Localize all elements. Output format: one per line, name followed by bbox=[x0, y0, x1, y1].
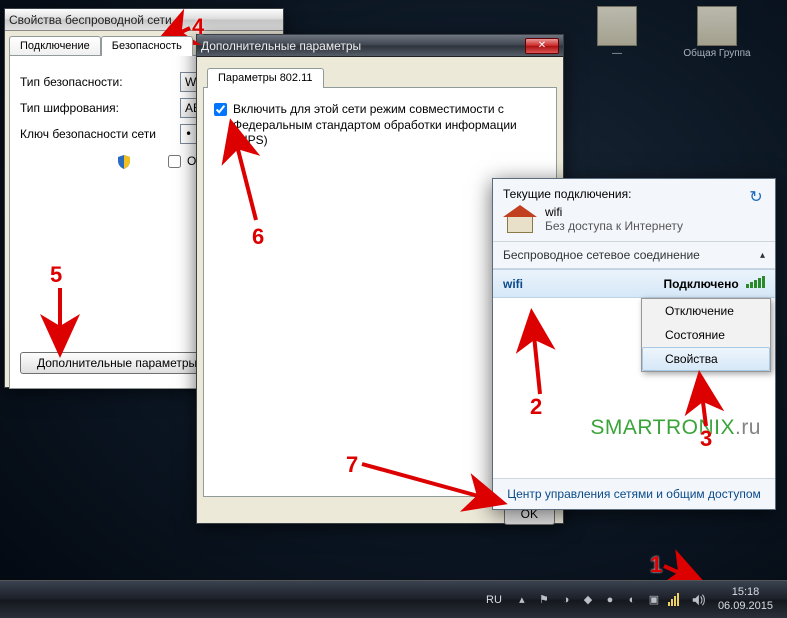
desktop-icons: — Общая Группа bbox=[587, 6, 747, 68]
callout-1: 1 bbox=[650, 552, 662, 578]
label-fips: Включить для этой сети режим совместимос… bbox=[233, 102, 546, 149]
callout-4: 4 bbox=[192, 14, 204, 40]
close-icon[interactable]: ✕ bbox=[525, 38, 559, 54]
tray-volume-icon[interactable] bbox=[690, 592, 706, 608]
titlebar[interactable]: Свойства беспроводной сети bbox=[5, 9, 283, 31]
network-center-link[interactable]: Центр управления сетями и общим доступом bbox=[507, 487, 761, 501]
callout-6: 6 bbox=[252, 224, 264, 250]
tray-icon[interactable]: ● bbox=[602, 592, 618, 608]
callout-5: 5 bbox=[50, 262, 62, 288]
advanced-settings-button[interactable]: Дополнительные параметры bbox=[20, 352, 214, 374]
callout-2: 2 bbox=[530, 394, 542, 420]
network-list-area: Отключение Состояние Свойства SMARTRONIX… bbox=[493, 298, 775, 478]
tray-clock[interactable]: 15:18 06.09.2015 bbox=[712, 586, 779, 612]
tray-icon[interactable]: ▣ bbox=[646, 592, 662, 608]
signal-bars-icon bbox=[746, 276, 765, 288]
connection-state: Подключено bbox=[663, 277, 738, 291]
window-title: Дополнительные параметры bbox=[201, 39, 361, 53]
ctx-disconnect[interactable]: Отключение bbox=[642, 299, 770, 323]
desktop-icon[interactable]: — bbox=[587, 6, 647, 68]
chevron-up-icon: ▴ bbox=[760, 250, 765, 261]
callout-7: 7 bbox=[346, 452, 358, 478]
label-security-type: Тип безопасности: bbox=[20, 75, 180, 89]
checkbox-fips[interactable]: Включить для этой сети режим совместимос… bbox=[214, 102, 546, 149]
tray-icon[interactable]: ◑ bbox=[558, 592, 574, 608]
tab-80211[interactable]: Параметры 802.11 bbox=[207, 68, 324, 88]
shield-icon bbox=[116, 154, 132, 170]
titlebar[interactable]: Дополнительные параметры ✕ bbox=[197, 35, 563, 57]
watermark: SMARTRONIX.ru bbox=[590, 416, 761, 440]
tray-chevron-icon[interactable]: ▴ bbox=[514, 592, 530, 608]
callout-3: 3 bbox=[700, 426, 712, 452]
language-indicator[interactable]: RU bbox=[480, 592, 508, 608]
home-network-icon bbox=[503, 205, 537, 235]
window-title: Свойства беспроводной сети bbox=[9, 13, 172, 27]
label-key: Ключ безопасности сети bbox=[20, 127, 180, 141]
ctx-properties[interactable]: Свойства bbox=[642, 347, 770, 371]
tray-icon[interactable]: ◆ bbox=[580, 592, 596, 608]
network-flyout: Текущие подключения: wifi Без доступа к … bbox=[492, 178, 776, 510]
taskbar: RU ▴ ⚑ ◑ ◆ ● ◐ ▣ 15:18 06.09.2015 bbox=[0, 580, 787, 618]
current-network-status: Без доступа к Интернету bbox=[545, 219, 683, 233]
tab-connection[interactable]: Подключение bbox=[9, 36, 101, 56]
ctx-status[interactable]: Состояние bbox=[642, 323, 770, 347]
tab-security[interactable]: Безопасность bbox=[101, 36, 193, 56]
tray-action-center-icon[interactable]: ⚑ bbox=[536, 592, 552, 608]
flyout-heading: Текущие подключения: bbox=[503, 187, 683, 201]
section-wireless[interactable]: Беспроводное сетевое соединение ▴ bbox=[493, 242, 775, 269]
label-encryption: Тип шифрования: bbox=[20, 101, 180, 115]
tray-icon[interactable]: ◐ bbox=[624, 592, 640, 608]
refresh-icon[interactable]: ↻ bbox=[747, 187, 765, 205]
tray-wifi-icon[interactable] bbox=[668, 593, 684, 607]
current-network-name: wifi bbox=[545, 205, 683, 219]
network-item[interactable]: wifi Подключено bbox=[493, 269, 775, 298]
context-menu: Отключение Состояние Свойства bbox=[641, 298, 771, 372]
desktop-icon[interactable]: Общая Группа bbox=[687, 6, 747, 68]
